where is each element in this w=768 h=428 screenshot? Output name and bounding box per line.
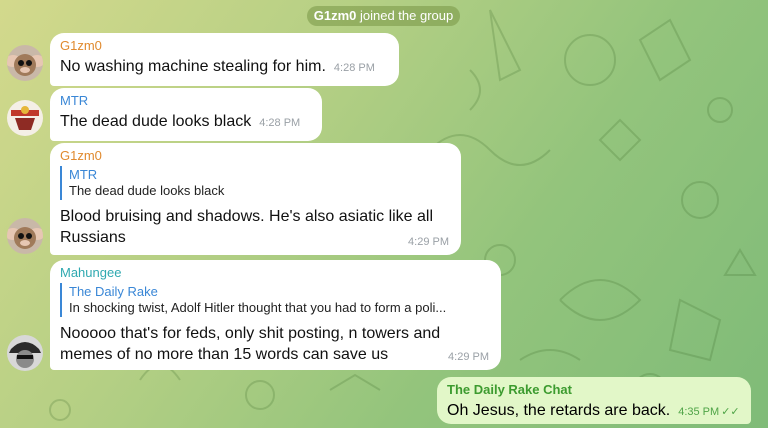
joined-user-name[interactable]: G1zm0 <box>314 8 357 23</box>
double-check-icon: ✓✓ <box>721 406 740 418</box>
reply-sender-name: The Daily Rake <box>69 284 158 299</box>
message-bubble[interactable]: Mahungee The Daily Rake In shocking twis… <box>50 260 501 370</box>
sender-name[interactable]: G1zm0 <box>60 148 451 164</box>
gizmo-avatar[interactable] <box>7 218 43 254</box>
message-bubble[interactable]: G1zm0 MTR The dead dude looks black Bloo… <box>50 143 461 255</box>
own-message-bubble[interactable]: The Daily Rake Chat Oh Jesus, the retard… <box>437 377 751 424</box>
reply-text: In shocking twist, Adolf Hitler thought … <box>69 300 447 315</box>
message-text: The dead dude looks black <box>60 113 252 130</box>
mtr-avatar[interactable] <box>7 100 43 136</box>
message-time: 4:28 PM <box>259 117 301 129</box>
system-join-notice: G1zm0 joined the group <box>307 6 460 26</box>
message-time: 4:28 PM <box>333 62 375 74</box>
sender-name[interactable]: Mahungee <box>60 265 491 281</box>
mahungee-avatar[interactable] <box>7 335 43 371</box>
message-bubble[interactable]: MTR The dead dude looks black 4:28 PM <box>50 88 322 141</box>
reply-preview[interactable]: The Daily Rake In shocking twist, Adolf … <box>60 283 491 317</box>
reply-sender-name: MTR <box>69 167 98 182</box>
sender-name[interactable]: The Daily Rake Chat <box>447 382 741 398</box>
message-text-line: Russians <box>60 229 126 246</box>
gizmo-avatar[interactable] <box>7 45 43 81</box>
join-text: joined the group <box>360 8 454 23</box>
message-time: 4:35 PM <box>678 406 720 418</box>
reply-text: The dead dude looks black <box>69 183 225 198</box>
message-text: No washing machine stealing for him. <box>60 58 326 75</box>
reply-preview[interactable]: MTR The dead dude looks black <box>60 166 451 200</box>
message-bubble[interactable]: G1zm0 No washing machine stealing for hi… <box>50 33 399 86</box>
sender-name[interactable]: G1zm0 <box>60 38 389 54</box>
message-time: 4:29 PM <box>408 236 449 248</box>
message-text-line: Blood bruising and shadows. He's also as… <box>60 208 434 225</box>
sender-name[interactable]: MTR <box>60 93 312 109</box>
message-text-line: memes of no more than 15 words can save … <box>60 346 389 363</box>
message-time: 4:29 PM <box>448 351 489 363</box>
message-text: Oh Jesus, the retards are back. <box>447 402 671 419</box>
message-text-line: Nooooo that's for feds, only shit postin… <box>60 325 441 342</box>
